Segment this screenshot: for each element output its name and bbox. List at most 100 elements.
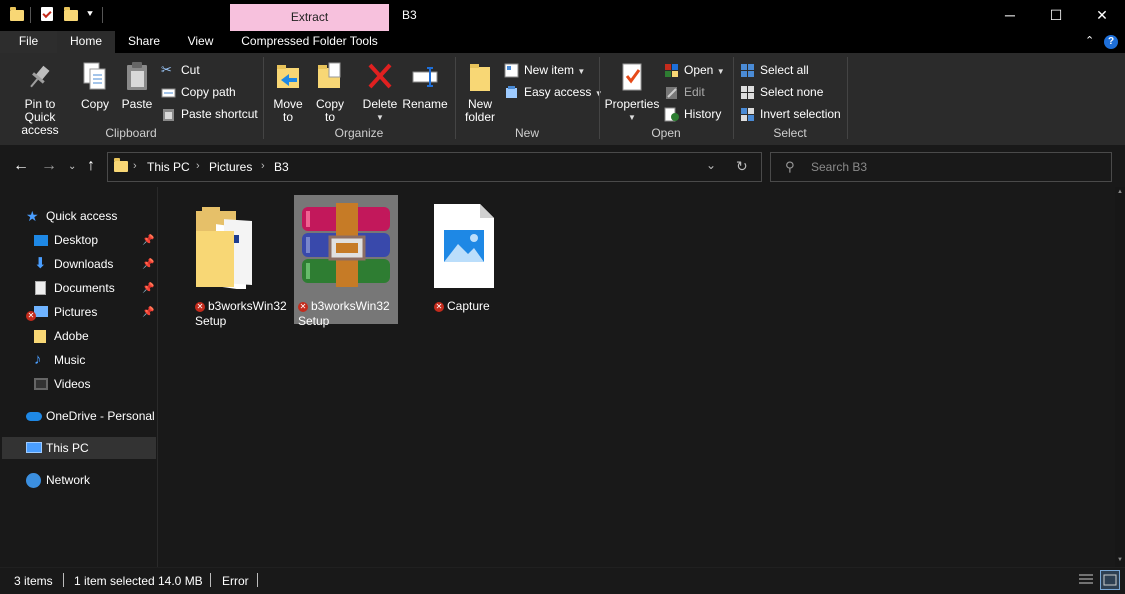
back-arrow-icon[interactable]: ←	[13, 157, 29, 175]
edit-button[interactable]: Edit	[664, 83, 705, 103]
ribbon-tab-bar: File Home Share View Compressed Folder T…	[0, 31, 1125, 53]
new-item-button[interactable]: New item ▼	[504, 61, 585, 81]
music-note-icon: ♪	[34, 351, 42, 368]
history-button[interactable]: History	[664, 105, 721, 125]
sidebar-item-documents[interactable]: Documents	[34, 277, 115, 299]
sidebar-item-onedrive[interactable]: OneDrive - Personal	[26, 405, 155, 427]
tab-compressed-folder-tools[interactable]: Compressed Folder Tools	[230, 31, 389, 53]
cut-button[interactable]: ✂ Cut	[161, 61, 200, 81]
divider	[30, 7, 31, 23]
sidebar-item-quick-access[interactable]: ★ Quick access	[26, 205, 117, 227]
collapse-ribbon-icon[interactable]: ⌃	[1085, 34, 1094, 47]
scroll-down-icon[interactable]: ▼	[1117, 557, 1123, 563]
invert-selection-button[interactable]: Invert selection	[740, 105, 841, 125]
vertical-scrollbar[interactable]: ▲ ▼	[1115, 187, 1125, 567]
refresh-icon[interactable]: ↻	[736, 158, 748, 175]
recent-locations-chevron-icon[interactable]: ⌄	[68, 161, 76, 172]
delete-button[interactable]: Delete ▼	[360, 60, 400, 124]
tab-view[interactable]: View	[173, 31, 228, 53]
maximize-button[interactable]: ☐	[1033, 0, 1079, 31]
chevron-down-icon: ▼	[577, 67, 586, 76]
easy-access-button[interactable]: Easy access ▼	[504, 83, 603, 103]
cloud-icon	[26, 412, 42, 421]
organize-group: Move to Copy to Delete ▼ Rename Organize	[264, 56, 454, 142]
winrar-archive-icon	[298, 201, 394, 294]
divider	[210, 573, 211, 587]
select-none-button[interactable]: Select none	[740, 83, 823, 103]
sidebar-item-network[interactable]: Network	[26, 469, 90, 491]
divider	[847, 57, 848, 139]
new-group: New folder New item ▼ Easy access ▼ New	[456, 56, 603, 142]
pictures-icon	[34, 306, 48, 317]
sidebar-scrollbar[interactable]	[157, 187, 158, 567]
breadcrumb-pictures[interactable]: Pictures	[209, 160, 252, 174]
address-bar[interactable]: › This PC › Pictures › B3 ⌄ ↻	[107, 152, 762, 182]
sidebar-item-this-pc[interactable]: This PC	[26, 437, 89, 459]
move-to-icon	[273, 60, 303, 94]
close-button[interactable]: ✕	[1079, 0, 1125, 31]
clipboard-group: Pin to Quick access Copy Paste ✂ Cut Cop…	[0, 56, 262, 142]
file-name: ✕ Capture	[434, 299, 538, 314]
select-all-label: Select all	[760, 63, 809, 77]
status-bar: 3 items 1 item selected 14.0 MB Error	[0, 567, 1125, 594]
pin-icon: 📌	[142, 283, 155, 294]
open-button[interactable]: Open ▼	[664, 61, 725, 81]
properties-button[interactable]: Properties ▼	[604, 60, 660, 124]
sidebar-item-label: OneDrive - Personal	[46, 409, 155, 423]
paste-button[interactable]: Paste	[118, 60, 156, 111]
context-tab-extract[interactable]: Extract	[230, 4, 389, 31]
chevron-right-icon[interactable]: ›	[133, 160, 137, 172]
sidebar-item-music[interactable]: ♪ Music	[34, 349, 85, 371]
help-icon[interactable]: ?	[1104, 35, 1118, 49]
move-to-button[interactable]: Move to	[270, 60, 306, 124]
new-folder-icon[interactable]	[64, 7, 80, 23]
tab-home[interactable]: Home	[57, 31, 115, 53]
properties-icon[interactable]	[41, 7, 57, 23]
scroll-up-icon[interactable]: ▲	[1117, 189, 1123, 195]
rename-button[interactable]: Rename	[402, 60, 448, 111]
image-file-icon	[432, 202, 496, 293]
network-globe-icon	[26, 473, 41, 488]
tab-file[interactable]: File	[0, 31, 57, 53]
minimize-button[interactable]: ─	[987, 0, 1033, 31]
download-arrow-icon: ⬇	[34, 255, 47, 272]
forward-arrow-icon[interactable]: →	[41, 157, 57, 175]
file-item-folder[interactable]: ✕ b3worksWin32 Setup	[182, 195, 287, 328]
select-none-icon	[740, 85, 755, 100]
breadcrumb-b3[interactable]: B3	[274, 160, 289, 174]
copy-to-button[interactable]: Copy to	[312, 60, 348, 124]
sidebar-item-pictures[interactable]: ✕ Pictures	[26, 301, 97, 323]
organize-group-label: Organize	[334, 126, 384, 140]
large-icons-view-icon[interactable]	[1100, 570, 1120, 590]
details-view-icon[interactable]	[1078, 573, 1094, 587]
file-item-image[interactable]: ✕ Capture	[424, 195, 528, 324]
breadcrumb-this-pc[interactable]: This PC	[147, 160, 190, 174]
new-folder-button[interactable]: New folder	[460, 60, 500, 124]
file-item-archive[interactable]: ✕ b3worksWin32 Setup	[294, 195, 398, 328]
error-icon: ✕	[434, 302, 444, 312]
chevron-down-icon: ▼	[716, 67, 725, 76]
copy-button[interactable]: Copy	[76, 60, 114, 111]
search-box[interactable]: ⚲ Search B3	[770, 152, 1112, 182]
open-group-label: Open	[651, 126, 681, 140]
chevron-right-icon[interactable]: ›	[261, 160, 265, 172]
tab-share[interactable]: Share	[115, 31, 173, 53]
sidebar-item-adobe[interactable]: Adobe	[34, 325, 89, 347]
chevron-right-icon[interactable]: ›	[196, 160, 200, 172]
film-icon	[34, 378, 48, 390]
sidebar-item-downloads[interactable]: ⬇ Downloads	[34, 253, 113, 275]
sidebar-item-desktop[interactable]: Desktop	[34, 229, 98, 251]
window-title: B3	[402, 8, 417, 22]
folder-icon	[10, 7, 26, 23]
address-dropdown-chevron-icon[interactable]: ⌄	[706, 158, 716, 172]
rename-label: Rename	[402, 97, 448, 111]
paste-shortcut-button[interactable]: Paste shortcut	[161, 105, 258, 125]
select-all-button[interactable]: Select all	[740, 61, 809, 81]
customize-toolbar-icon[interactable]: ⯆	[86, 7, 102, 23]
copy-path-button[interactable]: Copy path	[161, 83, 236, 103]
sidebar-item-videos[interactable]: Videos	[34, 373, 90, 395]
open-icon	[664, 63, 679, 78]
up-arrow-icon[interactable]: ↑	[87, 157, 95, 175]
clipboard-group-label: Clipboard	[105, 126, 157, 140]
paste-shortcut-icon	[161, 107, 176, 122]
